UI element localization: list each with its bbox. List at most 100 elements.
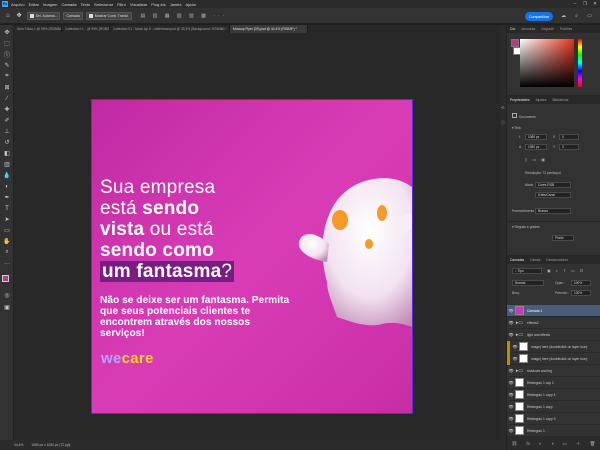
- tab-camadas[interactable]: Camadas: [507, 258, 527, 262]
- new-layer-icon[interactable]: ＋: [576, 441, 581, 447]
- tab-canais[interactable]: Canais: [527, 258, 543, 262]
- layer-row[interactable]: 👁 Retângulo 1 copy: [507, 401, 600, 413]
- maximize-button[interactable]: ❐: [580, 1, 590, 7]
- menu-selecionar[interactable]: Selecionar: [94, 2, 113, 7]
- opacity-field[interactable]: 100%: [571, 280, 591, 286]
- home-icon[interactable]: ⌂: [4, 12, 12, 20]
- tab-doc-3[interactable]: Collection 01 - Mock Up 8 - Letterhead.p…: [110, 25, 230, 33]
- layer-row[interactable]: 👁 image| here (doubleclick on layer icon): [507, 352, 600, 365]
- hand-icon[interactable]: ✋: [2, 237, 12, 246]
- tab-doc-active[interactable]: Mockup Flyer (09).psd @ 44,4% (RGB/8*) *: [230, 25, 308, 33]
- close-button[interactable]: ✕: [590, 1, 600, 7]
- quick-select-icon[interactable]: ✎: [2, 61, 12, 70]
- layer-row[interactable]: 👁 ▸▭ light and effects: [507, 329, 600, 341]
- stamp-icon[interactable]: ⊥: [2, 127, 12, 136]
- tab-propriedades[interactable]: Propriedades: [507, 98, 533, 102]
- visibility-icon[interactable]: 👁: [507, 368, 515, 373]
- hue-slider[interactable]: [578, 39, 582, 87]
- tela-section[interactable]: ▾ Tela: [512, 126, 521, 130]
- tab-demarcadores[interactable]: Demarcadores: [543, 258, 571, 262]
- menu-filtro[interactable]: Filtro: [117, 2, 126, 7]
- foreground-swatch[interactable]: [511, 39, 519, 47]
- tab-ajustes[interactable]: Ajustes: [533, 98, 550, 102]
- visibility-icon[interactable]: 👁: [507, 428, 515, 433]
- photoshop-logo[interactable]: Ps: [2, 1, 8, 7]
- type-icon[interactable]: T: [2, 204, 12, 213]
- artwork-canvas[interactable]: Sua empresa está sendo vista ou está sen…: [92, 100, 412, 413]
- layer-row[interactable]: 👁 Camada 1: [507, 305, 600, 317]
- width-field[interactable]: 1080 px: [525, 134, 547, 140]
- healing-icon[interactable]: ✚: [2, 105, 12, 114]
- tab-doc-1[interactable]: Sem Título-1 @ 95% (RGB/8#) *: [14, 25, 62, 33]
- visibility-icon[interactable]: 👁: [507, 404, 515, 409]
- eraser-icon[interactable]: ◧: [2, 149, 12, 158]
- layer-row[interactable]: 👁 Retângulo 1 cop 2: [507, 377, 600, 389]
- trash-icon[interactable]: 🗑: [590, 441, 596, 447]
- marquee-icon[interactable]: ⬚: [2, 39, 12, 48]
- height-field[interactable]: 1080 px: [525, 144, 547, 150]
- menu-ajuda[interactable]: Ajuda: [185, 2, 195, 7]
- tab-padroes[interactable]: Padrões: [557, 27, 575, 31]
- visibility-icon[interactable]: 👁: [507, 416, 515, 421]
- eyedropper-icon[interactable]: ⁄: [2, 94, 12, 103]
- minimize-button[interactable]: –: [570, 1, 580, 7]
- layer-filter-icons[interactable]: ▣ ◐ T ▭ ⊡: [547, 268, 597, 274]
- visibility-icon[interactable]: 👁: [507, 380, 515, 385]
- blur-icon[interactable]: 💧: [2, 171, 12, 180]
- foreground-color-swatch[interactable]: [2, 275, 9, 282]
- move-tool-icon[interactable]: ✥: [15, 12, 24, 20]
- dodge-icon[interactable]: ◐: [2, 182, 12, 191]
- show-transform-checkbox[interactable]: Mostrar Contr. Transf.: [85, 11, 132, 20]
- layer-kind-filter[interactable]: ⌕ Tipo: [512, 268, 542, 274]
- fill-select[interactable]: Branco: [535, 208, 571, 214]
- layer-row[interactable]: 👁 Retângulo 1: [507, 425, 600, 437]
- new-group-icon[interactable]: ▭: [563, 441, 567, 447]
- adjustment-icon[interactable]: ◑: [551, 441, 554, 446]
- visibility-icon[interactable]: 👁: [507, 320, 515, 325]
- lasso-icon[interactable]: ⓛ: [2, 50, 12, 59]
- history-brush-icon[interactable]: ↺: [2, 138, 12, 147]
- tab-doc-2[interactable]: Collection H… @ 95% (RGB/8#) *: [62, 25, 110, 33]
- shape-icon[interactable]: ▭: [2, 226, 12, 235]
- layer-row[interactable]: 👁 Retângulo 1 copy 3: [507, 413, 600, 425]
- menu-arquivo[interactable]: Arquivo: [11, 2, 25, 7]
- fx-icon[interactable]: fx: [526, 441, 530, 446]
- workspace-icon[interactable]: ▭: [586, 12, 593, 19]
- zoom-level[interactable]: 44,4%: [14, 443, 23, 447]
- brush-icon[interactable]: ✐: [2, 116, 12, 125]
- search-icon[interactable]: ⌕: [573, 12, 580, 19]
- layer-row[interactable]: 👁 ▸▭ shadows and fog: [507, 365, 600, 377]
- info-icon[interactable]: ⓘ: [501, 120, 506, 125]
- screen-mode-icon[interactable]: ▣: [2, 303, 12, 312]
- tab-bibliotecas[interactable]: Bibliotecas: [549, 98, 571, 102]
- blend-mode-select[interactable]: Normal: [512, 280, 544, 286]
- path-select-icon[interactable]: ➤: [2, 215, 12, 224]
- quick-mask-icon[interactable]: ◎: [2, 291, 12, 300]
- pen-icon[interactable]: ✒: [2, 193, 12, 202]
- bits-select[interactable]: 8 bits/Canal: [535, 192, 571, 198]
- more-tools-icon[interactable]: ···: [2, 259, 12, 268]
- menu-imagem[interactable]: Imagem: [43, 2, 57, 7]
- x-field[interactable]: 0: [559, 134, 579, 140]
- history-icon[interactable]: ⟲: [501, 105, 506, 110]
- layer-select-dropdown[interactable]: Camada: [63, 11, 83, 20]
- mask-icon[interactable]: ◐: [539, 441, 542, 446]
- visibility-icon[interactable]: 👁: [511, 356, 519, 361]
- menu-editar[interactable]: Editar: [29, 2, 39, 7]
- crop-icon[interactable]: ⌗: [2, 72, 12, 81]
- y-field[interactable]: 0: [559, 144, 579, 150]
- guides-unit-select[interactable]: Pixels: [552, 235, 574, 241]
- menu-plugins[interactable]: Plug-ins: [151, 2, 165, 7]
- menu-janela[interactable]: Janela: [170, 2, 182, 7]
- share-button[interactable]: Compartilhar: [525, 12, 553, 21]
- frame-icon[interactable]: ⊠: [2, 83, 12, 92]
- orientation-icons[interactable]: ▯ ▭ ▣: [525, 157, 555, 163]
- guides-section[interactable]: ▾ Réguas e grades: [512, 225, 540, 229]
- link-layers-icon[interactable]: ⛓: [512, 441, 518, 447]
- layer-row[interactable]: 👁 ▸▭ effects2: [507, 317, 600, 329]
- auto-select-checkbox[interactable]: Sel. Automá...: [26, 11, 61, 20]
- layer-row[interactable]: 👁 image| here (doubleclick on layer icon): [507, 340, 600, 353]
- gradient-icon[interactable]: ▥: [2, 160, 12, 169]
- visibility-icon[interactable]: 👁: [511, 344, 519, 349]
- tab-degrade[interactable]: Degradê: [538, 27, 557, 31]
